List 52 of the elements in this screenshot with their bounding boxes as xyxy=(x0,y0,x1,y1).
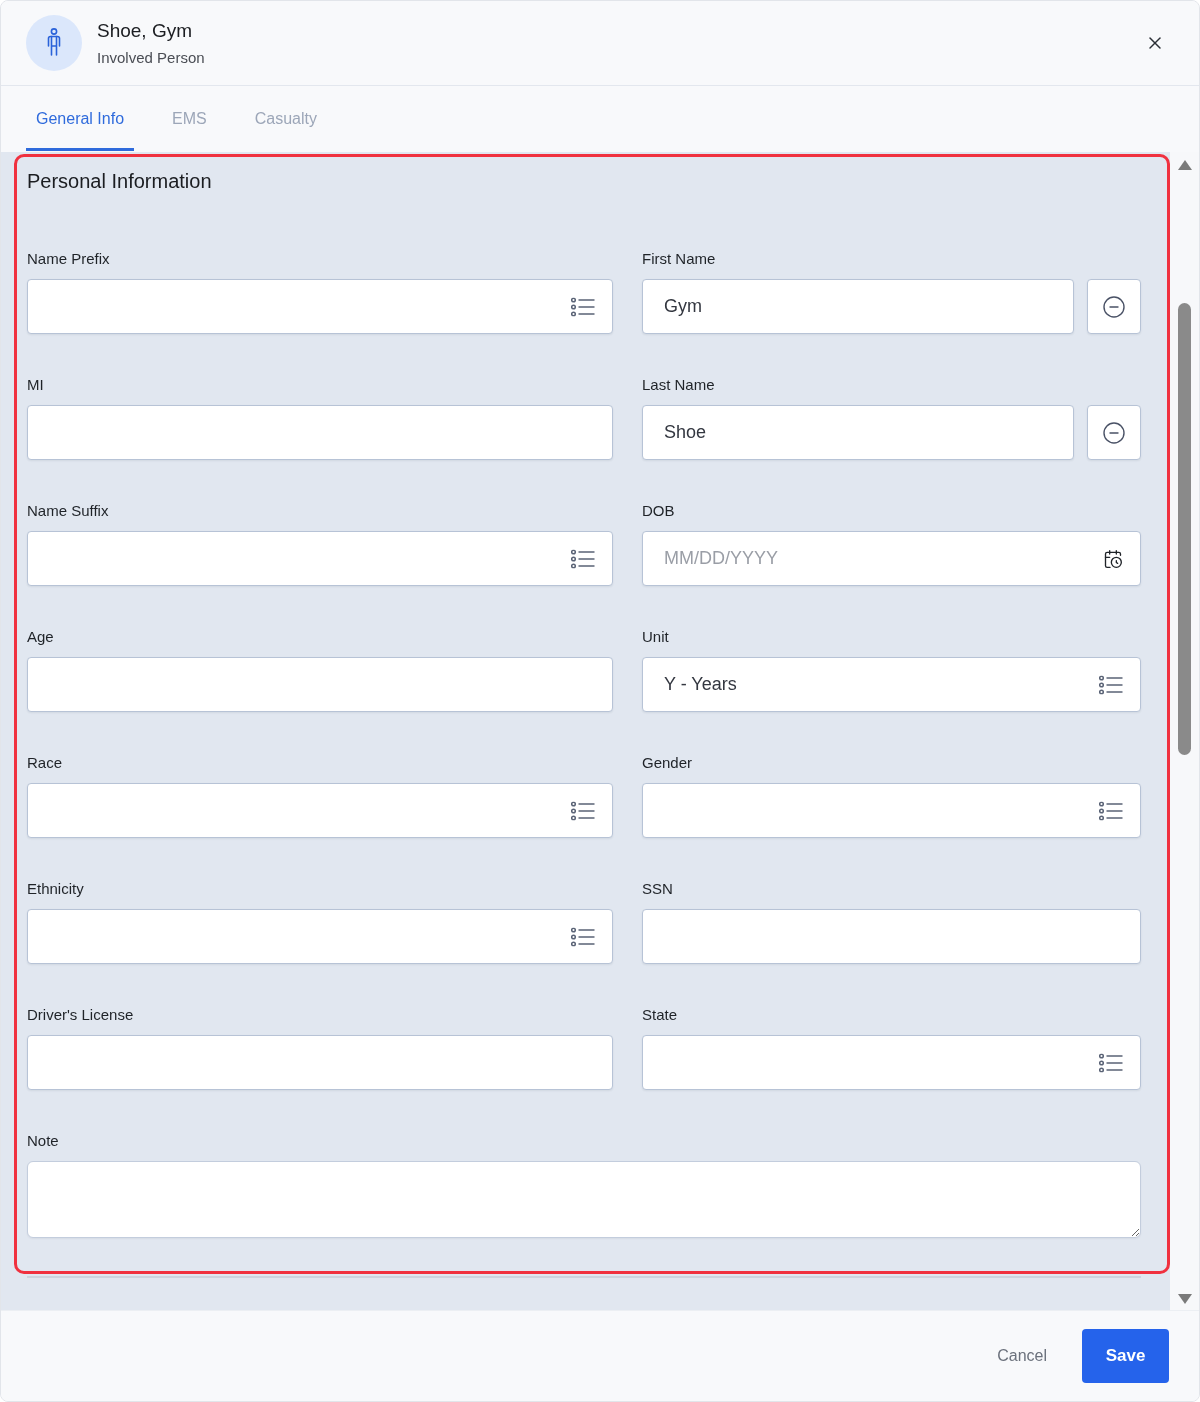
calendar-clock-icon xyxy=(1103,548,1123,569)
remove-button[interactable] xyxy=(1087,405,1141,460)
dropdown-field[interactable] xyxy=(27,279,613,334)
person-avatar-icon xyxy=(26,15,82,71)
list-icon xyxy=(1099,1053,1123,1072)
field-label: DOB xyxy=(642,501,675,521)
field-label: Age xyxy=(27,627,54,647)
field-label: Name Suffix xyxy=(27,501,109,521)
remove-button[interactable] xyxy=(1087,279,1141,334)
minus-circle-icon xyxy=(1102,294,1126,319)
dropdown-field[interactable] xyxy=(27,909,613,964)
text-field[interactable] xyxy=(27,1035,613,1090)
dropdown-field[interactable] xyxy=(27,783,613,838)
scrollbar-thumb[interactable] xyxy=(1178,303,1191,755)
list-icon xyxy=(1099,801,1123,820)
dropdown-field[interactable]: Y - Years xyxy=(642,657,1141,712)
field-label: Note xyxy=(27,1131,59,1151)
minus-circle-icon xyxy=(1102,420,1126,445)
field-label: Last Name xyxy=(642,375,715,395)
text-field[interactable]: Gym xyxy=(642,279,1074,334)
field-label: Ethnicity xyxy=(27,879,84,899)
note-field[interactable] xyxy=(27,1161,1141,1238)
section-title: Personal Information xyxy=(27,169,213,193)
text-field[interactable] xyxy=(27,657,613,712)
list-icon xyxy=(571,297,595,316)
field-label: MI xyxy=(27,375,44,395)
text-field[interactable] xyxy=(642,909,1141,964)
field-label: SSN xyxy=(642,879,673,899)
field-label: State xyxy=(642,1005,678,1025)
dialog-title: Shoe, Gym xyxy=(97,18,193,43)
list-icon xyxy=(571,549,595,568)
text-field[interactable] xyxy=(27,405,613,460)
scroll-up-icon[interactable] xyxy=(1177,160,1192,170)
cancel-button[interactable]: Cancel xyxy=(979,1329,1065,1383)
field-label: Name Prefix xyxy=(27,249,110,269)
list-icon xyxy=(571,927,595,946)
dropdown-field[interactable] xyxy=(642,783,1141,838)
save-button[interactable]: Save xyxy=(1082,1329,1169,1383)
scrollbar[interactable] xyxy=(1170,152,1199,1310)
text-field[interactable]: Shoe xyxy=(642,405,1074,460)
list-icon xyxy=(571,801,595,820)
field-label: First Name xyxy=(642,249,716,269)
field-label: Race xyxy=(27,753,63,773)
field-label: Driver's License xyxy=(27,1005,134,1025)
dialog-subtitle: Involved Person xyxy=(97,47,205,68)
field-label: Unit xyxy=(642,627,669,647)
scroll-down-icon[interactable] xyxy=(1177,1294,1192,1304)
list-icon xyxy=(1099,675,1123,694)
date-field[interactable]: MM/DD/YYYY xyxy=(642,531,1141,586)
dropdown-field[interactable] xyxy=(27,531,613,586)
field-label: Gender xyxy=(642,753,693,773)
dropdown-field[interactable] xyxy=(642,1035,1141,1090)
